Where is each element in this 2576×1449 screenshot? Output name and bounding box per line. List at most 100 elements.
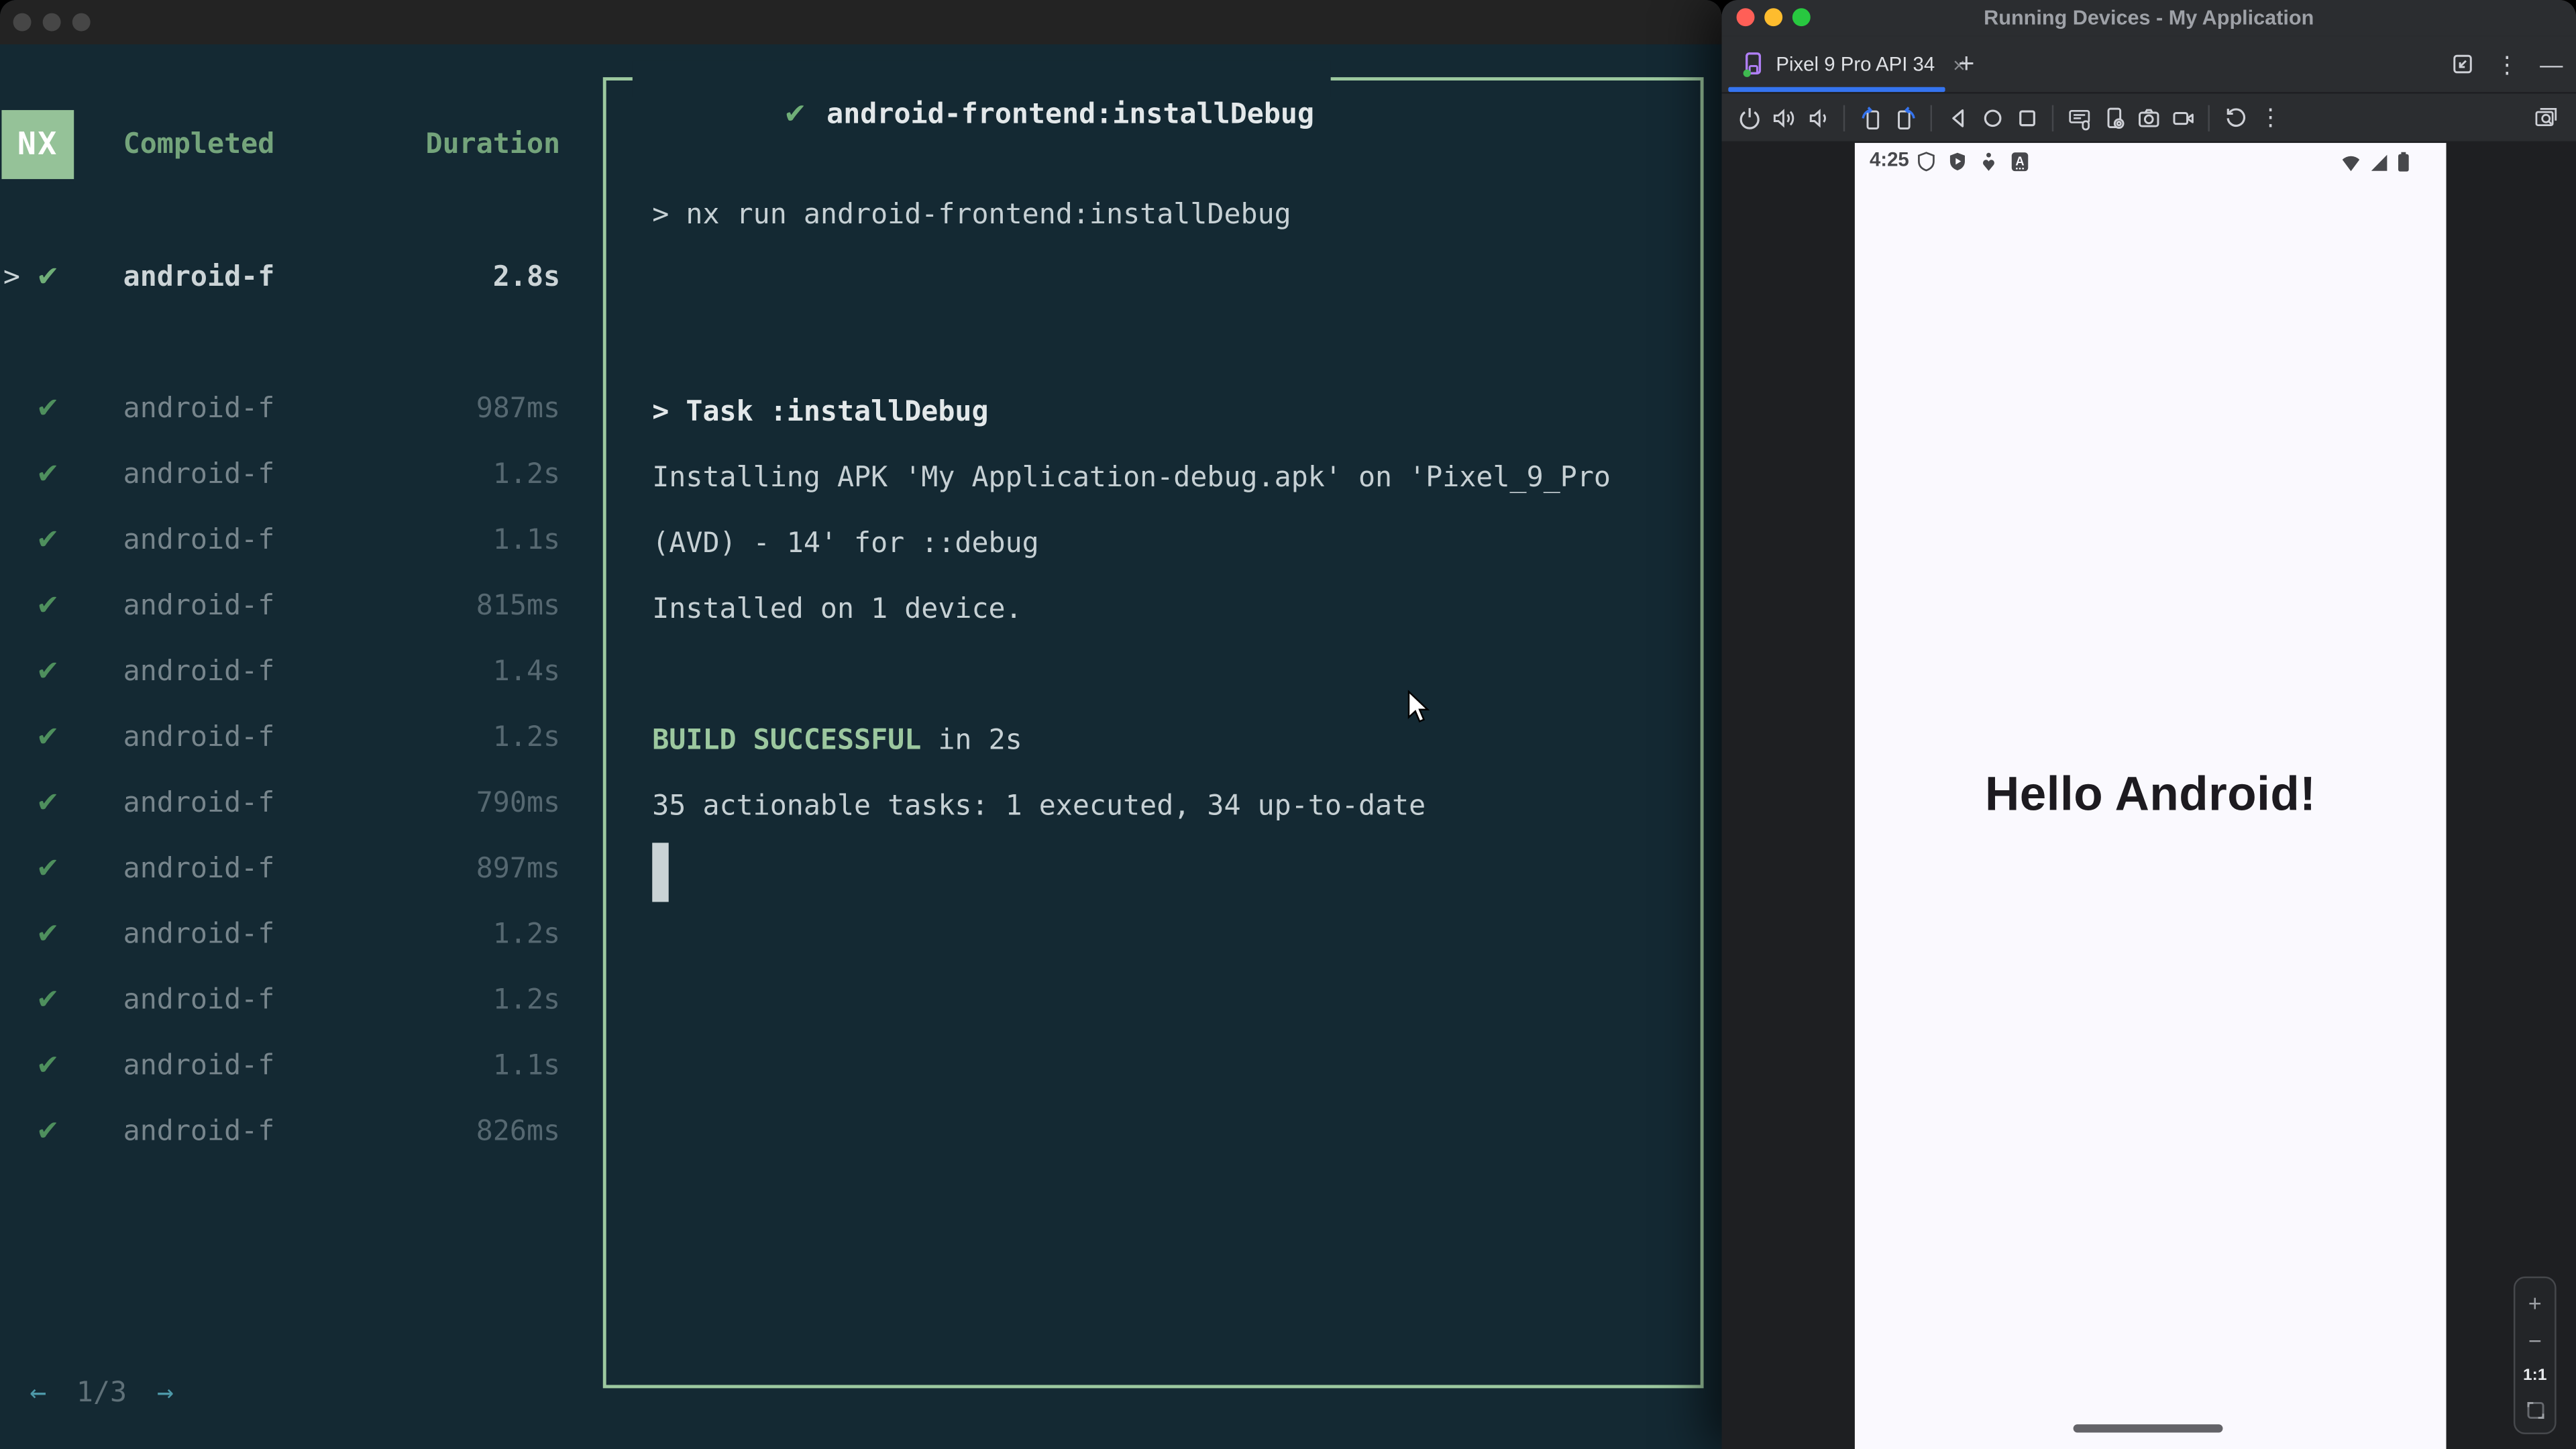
actual-size-button[interactable]: 1:1 [2523, 1366, 2546, 1384]
task-row[interactable]: ✔ android-f 1.2s [0, 984, 560, 1017]
output-task-header: > Task :installDebug [652, 396, 989, 429]
task-name: android-f [123, 853, 275, 886]
selected-chevron-icon: > [3, 261, 21, 294]
task-name: android-f [123, 392, 275, 426]
restart-device-icon[interactable] [2222, 105, 2248, 131]
task-row[interactable]: ✔ android-f 1.2s [0, 721, 560, 754]
battery-icon [2398, 152, 2409, 172]
personal-dnd-icon [1983, 152, 1994, 171]
check-icon: ✔ [36, 787, 60, 820]
screen-zoom-settings-icon[interactable] [2532, 103, 2559, 129]
rotate-right-icon[interactable] [1892, 105, 1918, 131]
float-window-icon[interactable] [2451, 52, 2474, 75]
back-button-icon[interactable] [1944, 105, 1970, 131]
device-phone-icon [1741, 51, 1764, 77]
overview-button-icon[interactable] [2013, 105, 2039, 131]
fit-to-window-button[interactable] [2524, 1399, 2546, 1420]
task-duration: 1.2s [492, 721, 561, 755]
device-toolbar: ⋮ [1721, 93, 2576, 142]
check-icon: ✔ [36, 590, 60, 623]
toolbar-separator [1930, 104, 1933, 131]
keyboard-input-icon[interactable] [2066, 105, 2092, 131]
tabbar-more-icon[interactable]: ⋮ [2496, 50, 2518, 78]
zoom-out-button[interactable]: − [2528, 1328, 2542, 1351]
task-name: android-f [123, 1115, 275, 1148]
task-row[interactable]: ✔ android-f 897ms [0, 853, 560, 885]
check-icon: ✔ [36, 1049, 60, 1083]
device-display-area: 4:25 A Hello Android! + − 1:1 [1721, 141, 2576, 1449]
device-settings-icon[interactable] [2100, 105, 2127, 131]
task-duration: 1.2s [492, 918, 561, 951]
task-name: android-f [123, 261, 275, 294]
task-row[interactable]: ✔ android-f 790ms [0, 787, 560, 820]
window-close-button[interactable] [13, 13, 32, 32]
gesture-navigation-bar[interactable] [2073, 1424, 2223, 1433]
auto-translate-icon: A [2011, 152, 2029, 172]
page-indicator: 1/3 [76, 1377, 127, 1410]
task-name: android-f [123, 918, 275, 951]
status-system-icons [2341, 151, 2410, 172]
task-duration: 790ms [476, 787, 561, 820]
task-duration: 2.8s [492, 261, 561, 294]
task-name: android-f [123, 721, 275, 755]
toolbar-more-icon[interactable]: ⋮ [2259, 103, 2282, 131]
task-row[interactable]: ✔ android-f 1.2s [0, 458, 560, 491]
output-command-line: > nx run android-frontend:installDebug [652, 199, 1291, 232]
task-duration: 987ms [476, 392, 561, 426]
check-icon: ✔ [36, 261, 60, 294]
wifi-icon [2342, 155, 2360, 170]
new-tab-button[interactable]: + [1958, 36, 1974, 92]
rotate-left-icon[interactable] [1858, 105, 1884, 131]
tab-pixel-9-pro[interactable]: Pixel 9 Pro API 34 × [1728, 36, 1978, 92]
active-tab-underline [1728, 87, 1945, 93]
task-row[interactable]: ✔ android-f 815ms [0, 590, 560, 623]
column-header-duration: Duration [425, 128, 561, 162]
android-studio-window: Running Devices - My Application Pixel 9… [1721, 0, 2576, 1449]
window-minimize-button[interactable] [42, 13, 61, 32]
task-duration: 1.1s [492, 1049, 561, 1083]
task-duration: 897ms [476, 853, 561, 886]
output-summary: 35 actionable tasks: 1 executed, 34 up-t… [652, 790, 1426, 823]
task-row[interactable]: ✔ android-f 1.2s [0, 918, 560, 951]
app-greeting-text: Hello Android! [1984, 769, 2316, 822]
task-row[interactable]: ✔ android-f 1.1s [0, 1050, 560, 1083]
emulator-screen[interactable]: 4:25 A Hello Android! [1854, 143, 2447, 1449]
screenshot-camera-icon[interactable] [2135, 105, 2161, 131]
check-icon: ✔ [36, 1115, 60, 1148]
svg-text:A: A [2015, 154, 2024, 168]
task-name: android-f [123, 590, 275, 623]
output-install-line-1: Installing APK 'My Application-debug.apk… [652, 462, 1611, 495]
task-row[interactable]: ✔ android-f 826ms [0, 1116, 560, 1148]
task-row[interactable]: ✔ android-f 1.1s [0, 524, 560, 557]
task-duration: 1.2s [492, 983, 561, 1017]
task-row-selected[interactable]: > ✔ android-f 2.8s [0, 261, 560, 294]
tab-label: Pixel 9 Pro API 34 [1776, 52, 1935, 76]
task-name: android-f [123, 1049, 275, 1083]
next-page-arrow[interactable]: → [157, 1377, 174, 1409]
task-output-panel: ✔ android-frontend:installDebug > nx run … [602, 60, 1704, 1389]
check-icon: ✔ [36, 655, 60, 689]
mouse-cursor [1406, 690, 1431, 727]
hide-panel-icon[interactable]: — [2540, 51, 2563, 77]
home-button-icon[interactable] [1979, 105, 2005, 131]
toolbar-separator [2051, 104, 2054, 131]
volume-up-icon[interactable] [1770, 105, 1796, 131]
zoom-in-button[interactable]: + [2528, 1291, 2542, 1313]
prev-page-arrow[interactable]: ← [30, 1377, 46, 1409]
volume-down-icon[interactable] [1805, 105, 1831, 131]
studio-titlebar: Running Devices - My Application [1721, 0, 2576, 36]
terminal-cursor [652, 843, 669, 902]
task-output-title: ✔ android-frontend:installDebug [632, 60, 1331, 131]
check-icon: ✔ [36, 721, 60, 755]
screen-record-icon[interactable] [2169, 105, 2196, 131]
task-name: android-f [123, 458, 275, 492]
cellular-signal-icon [2371, 154, 2387, 170]
task-row[interactable]: ✔ android-f 987ms [0, 392, 560, 425]
task-name: android-f [123, 787, 275, 820]
power-button-icon[interactable] [1735, 105, 1762, 131]
shield-outline-icon [1918, 152, 1935, 172]
window-zoom-button[interactable] [72, 13, 91, 32]
task-row[interactable]: ✔ android-f 1.4s [0, 655, 560, 688]
check-icon: ✔ [36, 458, 60, 492]
toolbar-separator [1843, 104, 1845, 131]
